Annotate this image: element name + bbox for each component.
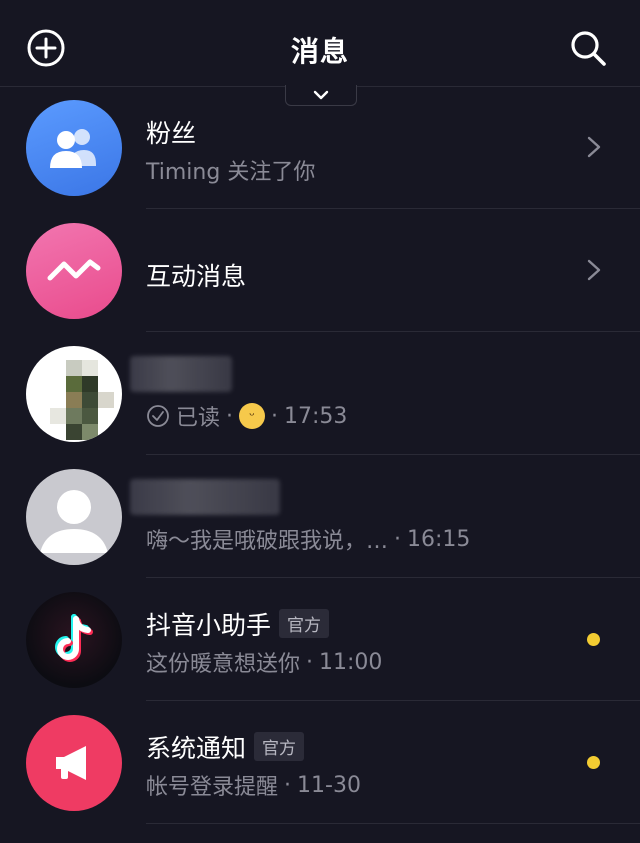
tiktok-logo-icon	[55, 614, 93, 662]
system-subtitle: 帐号登录提醒 · 11-30	[146, 769, 361, 801]
search-icon	[571, 31, 606, 66]
page-title: 消息	[290, 35, 349, 68]
system-name: 系统通知	[146, 734, 247, 763]
separator: ·	[271, 403, 279, 429]
fans-subtitle: Timing 关注了你	[146, 154, 315, 186]
interaction-wave-icon	[47, 259, 101, 281]
separator: ·	[306, 649, 314, 675]
avatar-pixel	[66, 360, 82, 376]
default-user-icon	[40, 490, 108, 553]
avatar-pixel	[82, 424, 98, 440]
list-item-assistant[interactable]: 抖音小助手 官方 这份暖意想送你 · 11:00	[0, 578, 640, 701]
official-badge: 官方	[254, 732, 305, 761]
avatar-pixel	[66, 376, 82, 392]
avatar-pixel	[50, 408, 66, 424]
separator: ·	[394, 526, 402, 552]
message-preview: 嗨～我是哦破跟我说，…	[146, 529, 389, 554]
avatar-pixel	[66, 424, 82, 440]
read-status: 已读	[176, 406, 221, 431]
fans-icon	[50, 129, 96, 168]
unread-dot	[587, 756, 600, 769]
avatar-pixel	[82, 360, 98, 376]
top-bar: 消息	[0, 0, 640, 87]
message-time: 16:15	[407, 526, 471, 552]
chat-subtitle: 已读 · ᵕ · 17:53	[146, 400, 347, 432]
message-preview: 这份暖意想送你	[146, 652, 301, 677]
chevron-right-icon	[587, 136, 601, 158]
message-list: 粉丝 Timing 关注了你 互动消息 已读 · ᵕ · 17:53 嗨～我是哦…	[0, 86, 640, 824]
fans-title: 粉丝	[146, 119, 197, 148]
message-time: 11-30	[297, 772, 361, 798]
fans-subtitle-text: Timing 关注了你	[146, 160, 316, 185]
fans-avatar	[26, 100, 122, 196]
message-time: 11:00	[319, 649, 383, 675]
avatar-pixel	[82, 408, 98, 424]
interaction-avatar	[26, 223, 122, 319]
avatar-pixel	[98, 392, 114, 408]
avatar-pixel	[66, 392, 82, 408]
list-item-chat[interactable]: 已读 · ᵕ · 17:53	[0, 332, 640, 455]
avatar-pixel	[82, 392, 98, 408]
contact-name-redacted	[130, 479, 280, 515]
collapse-toggle[interactable]	[285, 85, 357, 106]
avatar	[26, 346, 122, 442]
megaphone-icon	[56, 746, 86, 780]
divider	[146, 823, 640, 824]
avatar-pixel	[82, 376, 98, 392]
interaction-title: 互动消息	[146, 262, 247, 291]
avatar-pixel	[66, 408, 82, 424]
list-item-interaction[interactable]: 互动消息	[0, 209, 640, 332]
assistant-avatar	[26, 592, 122, 688]
list-item-system[interactable]: 系统通知 官方 帐号登录提醒 · 11-30	[0, 701, 640, 824]
message-preview: 帐号登录提醒	[146, 775, 279, 800]
separator: ·	[284, 772, 292, 798]
assistant-subtitle: 这份暖意想送你 · 11:00	[146, 646, 382, 678]
separator: ·	[226, 403, 234, 429]
message-time: 17:53	[284, 403, 348, 429]
system-title: 系统通知 官方	[146, 729, 305, 765]
contact-name-redacted	[130, 356, 232, 392]
chat-subtitle: 嗨～我是哦破跟我说，… · 16:15	[146, 523, 470, 555]
list-item-chat[interactable]: 嗨～我是哦破跟我说，… · 16:15	[0, 455, 640, 578]
search-button[interactable]	[566, 26, 610, 70]
grinning-emoji: ᵕ	[239, 403, 266, 429]
system-avatar	[26, 715, 122, 811]
official-badge: 官方	[279, 609, 330, 638]
chevron-down-icon	[313, 90, 329, 100]
chevron-right-icon	[587, 259, 601, 281]
messages-screen: 消息 粉丝 Timing 关注了你 互动消息 已读 · ᵕ · 17:53 嗨～…	[0, 0, 640, 843]
unread-dot	[587, 633, 600, 646]
assistant-name: 抖音小助手	[146, 611, 272, 640]
avatar	[26, 469, 122, 565]
read-check-icon	[147, 405, 169, 427]
assistant-title: 抖音小助手 官方	[146, 606, 330, 642]
